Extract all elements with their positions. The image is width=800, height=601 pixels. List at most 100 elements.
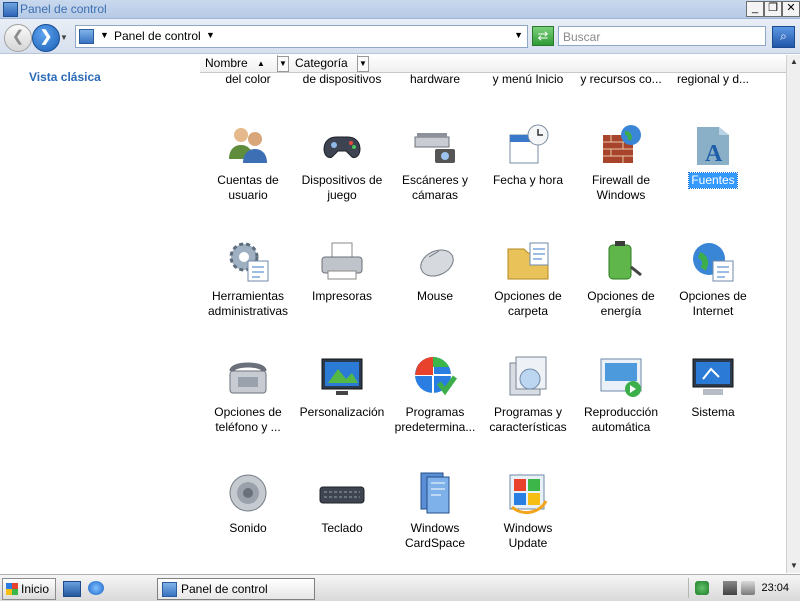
admin-tools-icon (224, 237, 272, 285)
control-panel-item[interactable]: Configuración regional y d... (667, 73, 759, 87)
column-header-label: Nombre (205, 56, 248, 70)
item-label: Programas y características (489, 405, 567, 434)
item-label: Fuentes (688, 172, 738, 189)
column-header-name[interactable]: Nombre ▲ ▼ (200, 55, 289, 72)
breadcrumb-dropdown-icon[interactable]: ▼ (206, 30, 215, 40)
refresh-button[interactable]: ⇄ (532, 26, 554, 46)
back-button[interactable]: ❮ (4, 24, 32, 52)
control-panel-item[interactable]: Programas y características (482, 353, 574, 435)
address-dropdown-icon[interactable]: ▼ (514, 30, 523, 40)
system-tray: 23:04 (688, 578, 799, 598)
control-panel-item[interactable]: Cuentas de usuario (202, 121, 294, 203)
control-panel-item[interactable]: Mouse (389, 237, 481, 304)
control-panel-item[interactable]: Opciones de carpeta (482, 237, 574, 319)
control-panel-item[interactable]: Dispositivos de juego (296, 121, 388, 203)
control-panel-item[interactable]: Teclado (296, 469, 388, 536)
control-panel-item[interactable]: Windows CardSpace (389, 469, 481, 551)
control-panel-items: Administración del color Administrador de… (200, 73, 785, 573)
vertical-scrollbar[interactable]: ▲ ▼ (786, 55, 800, 573)
title-bar[interactable]: Panel de control _ ❐ ✕ (0, 0, 800, 19)
item-label: Sonido (229, 521, 267, 535)
internet-options-icon (689, 237, 737, 285)
item-label: Teclado (321, 521, 363, 535)
firewall-icon (597, 121, 645, 169)
item-label: Opciones de teléfono y ... (214, 405, 282, 434)
keyboard-icon (318, 469, 366, 517)
breadcrumb[interactable]: Panel de control (114, 29, 201, 43)
item-label: Herramientas administrativas (207, 289, 289, 318)
control-panel-item[interactable]: Centro de redes y recursos co... (575, 73, 667, 87)
item-label: Administración del color (225, 73, 271, 86)
control-panel-item[interactable]: Personalización (296, 353, 388, 420)
internet-explorer-icon[interactable] (88, 581, 104, 595)
cardspace-icon (411, 469, 459, 517)
clock[interactable]: 23:04 (761, 582, 789, 594)
column-filter-dropdown[interactable]: ▼ (277, 56, 289, 72)
volume-icon[interactable] (741, 581, 755, 595)
control-panel-item[interactable]: Sonido (202, 469, 294, 536)
classic-view-link[interactable]: Vista clásica (29, 70, 101, 84)
taskbar-button-control-panel[interactable]: Panel de control (157, 578, 315, 600)
control-panel-icon (162, 582, 177, 597)
control-panel-item[interactable]: Opciones de teléfono y ... (202, 353, 294, 435)
phone-options-icon (224, 353, 272, 401)
taskbar: Inicio Panel de control 23:04 (0, 574, 800, 601)
close-button[interactable]: ✕ (782, 1, 800, 17)
item-label: Cuentas de usuario (217, 173, 279, 202)
forward-button[interactable]: ❯ (32, 24, 60, 52)
item-label: Dispositivos de juego (301, 173, 383, 202)
search-button[interactable]: ⌕ (772, 26, 795, 48)
control-panel-item[interactable]: Sistema (667, 353, 759, 420)
windows-update-icon (504, 469, 552, 517)
recent-pages-dropdown[interactable]: ▼ (60, 33, 68, 42)
column-header-category[interactable]: Categoría ▼ (290, 55, 369, 72)
control-panel-icon (79, 29, 94, 44)
item-label: Windows CardSpace (404, 521, 466, 550)
control-panel-item[interactable]: Impresoras (296, 237, 388, 304)
column-filter-dropdown[interactable]: ▼ (357, 56, 369, 72)
network-icon[interactable] (723, 581, 737, 595)
item-label: Windows Update (503, 521, 553, 550)
column-header-label: Categoría (295, 56, 348, 70)
control-panel-item[interactable]: Barra de tareas y menú Inicio (482, 73, 574, 87)
control-panel-item[interactable]: Windows Update (482, 469, 574, 551)
address-field[interactable]: ▼ Panel de control ▼ ▼ (75, 25, 528, 48)
control-panel-item[interactable]: A Fuentes (667, 121, 759, 189)
item-label: Opciones de energía (587, 289, 655, 318)
user-accounts-icon (224, 121, 272, 169)
control-panel-item[interactable]: Opciones de Internet (667, 237, 759, 319)
breadcrumb-arrow-icon[interactable]: ▼ (100, 30, 109, 40)
item-label: Firewall de Windows (591, 173, 651, 202)
column-headers: Nombre ▲ ▼ Categoría ▼ (200, 55, 786, 73)
search-input[interactable]: Buscar (558, 26, 766, 46)
item-label: Personalización (299, 405, 385, 419)
control-panel-item[interactable]: Escáneres y cámaras (389, 121, 481, 203)
control-panel-item[interactable]: Administrador de dispositivos (296, 73, 388, 87)
item-label: Centro de redes y recursos co... (580, 73, 662, 86)
item-label: Impresoras (311, 289, 373, 303)
start-button[interactable]: Inicio (2, 578, 56, 600)
fonts-icon: A (689, 121, 737, 169)
personalization-icon (318, 353, 366, 401)
control-panel-item[interactable]: Fecha y hora (482, 121, 574, 188)
programs-features-icon (504, 353, 552, 401)
scroll-up-button[interactable]: ▲ (787, 55, 800, 69)
security-center-icon[interactable] (695, 581, 709, 595)
control-panel-item[interactable]: Reproducción automática (575, 353, 667, 435)
control-panel-item[interactable]: Administración del color (202, 73, 294, 87)
power-options-icon (597, 237, 645, 285)
start-label: Inicio (21, 582, 50, 596)
show-desktop-icon[interactable] (63, 581, 81, 597)
item-label: Reproducción automática (583, 405, 659, 434)
control-panel-item[interactable]: Agregar hardware (389, 73, 481, 87)
minimize-button[interactable]: _ (746, 1, 764, 17)
control-panel-item[interactable]: Firewall de Windows (575, 121, 667, 203)
taskbar-button-label: Panel de control (181, 582, 268, 596)
restore-button[interactable]: ❐ (764, 1, 782, 17)
control-panel-item[interactable]: Opciones de energía (575, 237, 667, 319)
window-title: Panel de control (20, 2, 107, 16)
control-panel-item[interactable]: Herramientas administrativas (202, 237, 294, 319)
control-panel-item[interactable]: Programas predetermina... (389, 353, 481, 435)
item-label: Mouse (416, 289, 454, 303)
scroll-down-button[interactable]: ▼ (787, 559, 800, 573)
